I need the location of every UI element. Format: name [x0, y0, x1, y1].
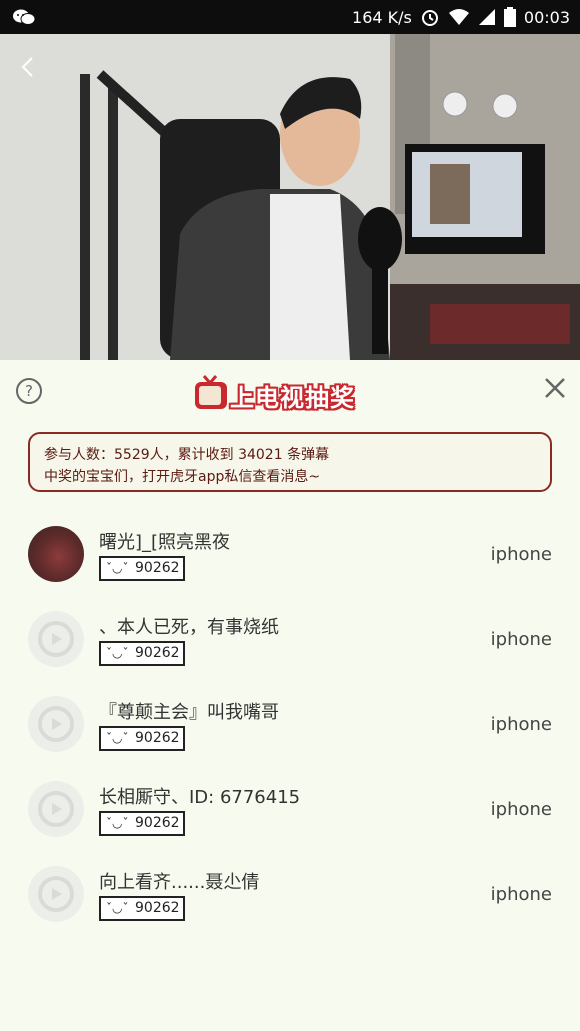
winner-name: 、本人已死，有事烧纸	[99, 617, 279, 638]
clock: 00:03	[523, 7, 570, 27]
winner-name: 曙光]_[照亮黑夜	[99, 532, 231, 553]
device-label: iphone	[490, 544, 552, 565]
panel-title-text: 上电视抽奖	[230, 384, 355, 412]
winner-name: 向上看齐......聂尐倩	[99, 872, 260, 893]
avatar	[28, 526, 84, 582]
default-avatar-icon	[28, 781, 84, 837]
network-speed: 164 K/s	[352, 7, 412, 27]
lottery-panel: ? 上电视抽奖 参与人数：5529人，累计收到 34021 条弹幕 中奖的宝宝们…	[0, 360, 580, 1031]
fan-badge: ˇ◡ˇ 90262	[99, 896, 185, 921]
device-label: iphone	[490, 629, 552, 650]
participant-stats: 参与人数：5529人，累计收到 34021 条弹幕	[44, 447, 330, 463]
fan-badge: ˇ◡ˇ 90262	[99, 811, 185, 836]
winner-row: 向上看齐......聂尐倩 ˇ◡ˇ 90262 iphone	[0, 866, 580, 936]
badge-face-icon: ˇ◡ˇ	[106, 646, 129, 660]
default-avatar-icon	[28, 866, 84, 922]
signal-icon	[478, 9, 495, 25]
winner-row: 长相厮守、ID: 6776415 ˇ◡ˇ 90262 iphone	[0, 781, 580, 851]
live-video[interactable]	[0, 34, 580, 360]
participation-info: 参与人数：5529人，累计收到 34021 条弹幕 中奖的宝宝们，打开虎牙app…	[28, 432, 552, 492]
badge-face-icon: ˇ◡ˇ	[106, 816, 129, 830]
badge-number: 90262	[135, 645, 180, 661]
winner-row: 曙光]_[照亮黑夜 ˇ◡ˇ 90262 iphone	[0, 526, 580, 596]
tv-icon	[195, 375, 227, 409]
device-label: iphone	[490, 884, 552, 905]
question-circle-icon[interactable]: ?	[16, 378, 42, 404]
alarm-icon	[421, 10, 438, 26]
status-bar: 164 K/s 00:03	[0, 0, 580, 34]
badge-number: 90262	[135, 815, 180, 831]
close-icon[interactable]	[542, 375, 568, 401]
badge-number: 90262	[135, 730, 180, 746]
badge-number: 90262	[135, 560, 180, 576]
badge-face-icon: ˇ◡ˇ	[106, 561, 129, 575]
device-label: iphone	[490, 714, 552, 735]
winner-notice: 中奖的宝宝们，打开虎牙app私信查看消息~	[44, 469, 321, 485]
winner-name: 长相厮守、ID: 6776415	[99, 787, 301, 808]
wechat-icon	[13, 9, 36, 25]
device-label: iphone	[490, 799, 552, 820]
fan-badge: ˇ◡ˇ 90262	[99, 641, 185, 666]
winner-name: 『尊颠主会』叫我嘴哥	[99, 702, 279, 723]
fan-badge: ˇ◡ˇ 90262	[99, 726, 185, 751]
badge-face-icon: ˇ◡ˇ	[106, 731, 129, 745]
video-frame	[0, 34, 580, 360]
fan-badge: ˇ◡ˇ 90262	[99, 556, 185, 581]
panel-title: 上电视抽奖	[194, 372, 384, 418]
winner-row: 『尊颠主会』叫我嘴哥 ˇ◡ˇ 90262 iphone	[0, 696, 580, 766]
battery-icon	[503, 7, 516, 27]
default-avatar-icon	[28, 611, 84, 667]
badge-number: 90262	[135, 900, 180, 916]
default-avatar-icon	[28, 696, 84, 752]
wifi-icon	[448, 9, 469, 25]
winner-row: 、本人已死，有事烧纸 ˇ◡ˇ 90262 iphone	[0, 611, 580, 681]
badge-face-icon: ˇ◡ˇ	[106, 901, 129, 915]
chevron-left-icon[interactable]	[18, 56, 40, 78]
